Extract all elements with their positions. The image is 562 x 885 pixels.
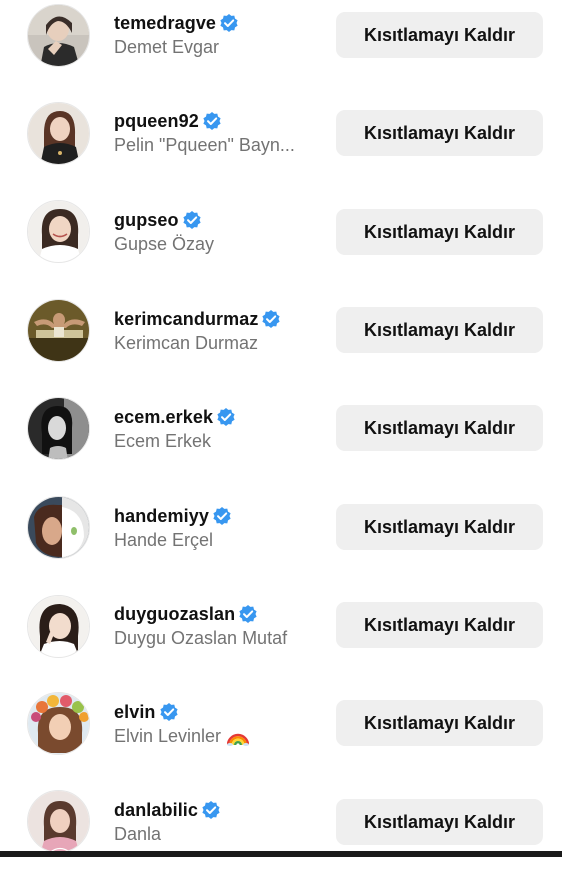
username[interactable]: kerimcandurmaz [114,309,258,330]
unrestrict-button[interactable]: Kısıtlamayı Kaldır [336,110,543,156]
full-name: Gupse Özay [114,234,215,254]
avatar[interactable] [27,200,90,263]
avatar[interactable] [27,299,90,362]
account-row[interactable]: kerimcandurmaz Kerimcan Durmaz Kısıtlama… [0,296,562,394]
account-text: temedragve Demet Evgar [114,11,319,59]
full-name: Demet Evgar [114,37,220,57]
account-row[interactable]: elvin Elvin Levinler Kısıtlamayı Kaldır [0,689,562,787]
full-name: Hande Erçel [114,530,214,550]
account-text: gupseo Gupse Özay [114,208,319,256]
unrestrict-button[interactable]: Kısıtlamayı Kaldır [336,799,543,845]
avatar[interactable] [27,496,90,559]
account-row[interactable]: ecem.erkek Ecem Erkek Kısıtlamayı Kaldır [0,394,562,492]
avatar[interactable] [27,397,90,460]
full-name: Elvin Levinler [114,724,314,748]
unrestrict-button[interactable]: Kısıtlamayı Kaldır [336,307,543,353]
verified-badge-icon [212,506,232,526]
account-row[interactable]: pqueen92 Pelin "Pqueen" Bayn... Kısıtlam… [0,98,562,196]
account-row[interactable]: danlabilic Danla Kısıtlamayı Kaldır [0,787,562,885]
account-row[interactable]: duyguozaslan Duygu Ozaslan Mutaf Kısıtla… [0,591,562,689]
verified-badge-icon [261,309,281,329]
verified-badge-icon [182,210,202,230]
unrestrict-button[interactable]: Kısıtlamayı Kaldır [336,504,543,550]
full-name: Kerimcan Durmaz [114,333,259,353]
username[interactable]: ecem.erkek [114,407,213,428]
account-row[interactable]: gupseo Gupse Özay Kısıtlamayı Kaldır [0,197,562,295]
account-text: pqueen92 Pelin "Pqueen" Bayn... [114,109,319,157]
username[interactable]: gupseo [114,210,179,231]
username[interactable]: danlabilic [114,800,198,821]
bottom-edge-bar [0,851,562,857]
full-name: Pelin "Pqueen" Bayn... [114,135,295,155]
account-text: handemiyy Hande Erçel [114,504,319,552]
unrestrict-button[interactable]: Kısıtlamayı Kaldır [336,700,543,746]
rainbow-emoji-icon [226,728,250,746]
avatar[interactable] [27,4,90,67]
full-name: Danla [114,824,162,844]
verified-badge-icon [202,111,222,131]
username[interactable]: handemiyy [114,506,209,527]
username[interactable]: temedragve [114,13,216,34]
unrestrict-button[interactable]: Kısıtlamayı Kaldır [336,209,543,255]
avatar[interactable] [27,692,90,755]
verified-badge-icon [159,702,179,722]
full-name: Ecem Erkek [114,431,212,451]
account-text: danlabilic Danla [114,798,319,846]
username[interactable]: duyguozaslan [114,604,235,625]
unrestrict-button[interactable]: Kısıtlamayı Kaldır [336,405,543,451]
avatar[interactable] [27,595,90,658]
account-text: ecem.erkek Ecem Erkek [114,405,319,453]
unrestrict-button[interactable]: Kısıtlamayı Kaldır [336,602,543,648]
account-text: kerimcandurmaz Kerimcan Durmaz [114,307,319,355]
verified-badge-icon [201,800,221,820]
verified-badge-icon [216,407,236,427]
username[interactable]: pqueen92 [114,111,199,132]
verified-badge-icon [219,13,239,33]
unrestrict-button[interactable]: Kısıtlamayı Kaldır [336,12,543,58]
account-text: elvin Elvin Levinler [114,700,319,748]
full-name: Duygu Ozaslan Mutaf [114,628,288,648]
avatar[interactable] [27,102,90,165]
verified-badge-icon [238,604,258,624]
username[interactable]: elvin [114,702,156,723]
account-row[interactable]: handemiyy Hande Erçel Kısıtlamayı Kaldır [0,493,562,591]
avatar[interactable] [27,790,90,853]
account-row[interactable]: temedragve Demet Evgar Kısıtlamayı Kaldı… [0,0,562,98]
account-text: duyguozaslan Duygu Ozaslan Mutaf [114,602,319,650]
